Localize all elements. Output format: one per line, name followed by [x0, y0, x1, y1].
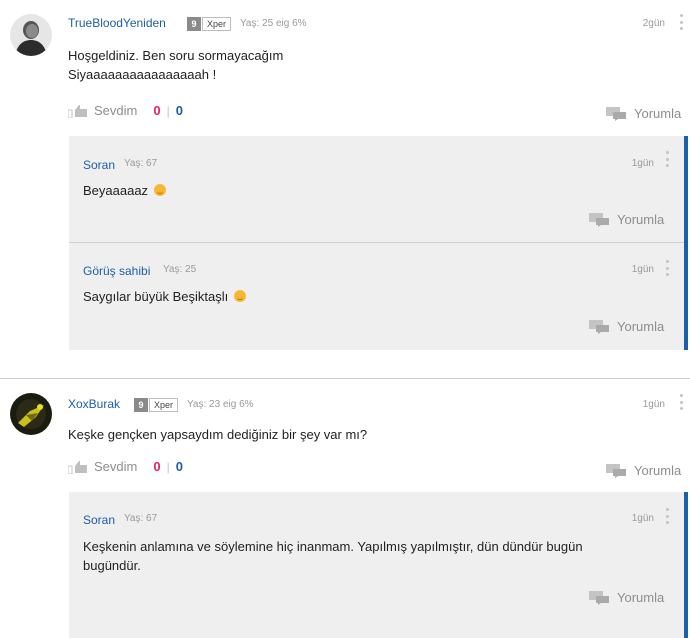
reply-meta: Yaş: 67: [124, 158, 158, 169]
xper-badge: Xper: [149, 398, 179, 412]
reply-time: 1gün: [631, 513, 654, 524]
avatar[interactable]: [10, 14, 52, 56]
comment-xoxburak: XoxBurak 9 Xper Yaş: 23 eig 6% 1gün Keşk…: [0, 379, 690, 638]
dislike-count: 0: [175, 103, 183, 118]
xper-badge: Xper: [202, 17, 232, 31]
kebab-menu-icon[interactable]: [666, 151, 670, 167]
smiley-emoji: [233, 290, 246, 302]
chat-bubbles-icon: [589, 319, 609, 334]
reply-button[interactable]: Yorumla: [606, 463, 681, 478]
kebab-menu-icon[interactable]: [666, 508, 670, 524]
like-button[interactable]: Sevdim: [94, 103, 137, 118]
kebab-menu-icon[interactable]: [666, 260, 670, 276]
chat-bubbles-icon: [589, 590, 609, 605]
level-badge: 9 Xper: [187, 16, 232, 32]
reply-text: Saygılar büyük Beşiktaşlı: [83, 287, 246, 306]
comment-username[interactable]: XoxBurak: [68, 397, 120, 411]
like-button[interactable]: Sevdim: [94, 459, 137, 474]
smiley-emoji: [153, 184, 166, 196]
reply-text: Keşkenin anlamına ve söylemine hiç inanm…: [83, 539, 583, 573]
level-number: 9: [134, 398, 148, 412]
reply-thread: Soran Yaş: 67 1gün Beyaaaaaz Yorumla Gör…: [69, 136, 688, 350]
reply-thread: Soran Yaş: 67 1gün Keşkenin anlamına ve …: [69, 492, 688, 638]
avatar[interactable]: [10, 393, 52, 435]
reply-button[interactable]: Yorumla: [589, 319, 664, 334]
user-meta: Yaş: 25 eig 6%: [240, 18, 307, 29]
kebab-menu-icon[interactable]: [680, 394, 684, 410]
comment-text: Keşke gençken yapsaydım dediğiniz bir şe…: [68, 427, 368, 442]
chat-bubbles-icon: [589, 212, 609, 227]
vote-row: Sevdim 0 | 0: [68, 103, 183, 118]
reply-username[interactable]: Soran: [83, 513, 115, 527]
kebab-menu-icon[interactable]: [680, 14, 684, 30]
chat-bubbles-icon: [606, 106, 626, 121]
reply-username[interactable]: Görüş sahibi: [83, 264, 150, 278]
level-number: 9: [187, 17, 201, 31]
reply-username[interactable]: Soran: [83, 158, 115, 172]
reply-meta: Yaş: 67: [124, 513, 158, 524]
chat-bubbles-icon: [606, 463, 626, 478]
reply-button[interactable]: Yorumla: [606, 106, 681, 121]
reply-text: Beyaaaaaz: [83, 181, 166, 200]
thread-accent-bar: [684, 492, 688, 638]
vote-separator: |: [166, 103, 170, 118]
comment-time: 1gün: [642, 399, 665, 410]
dislike-count: 0: [175, 459, 183, 474]
thumbs-up-icon[interactable]: [68, 104, 90, 118]
level-badge: 9 Xper: [134, 397, 179, 413]
comment-username[interactable]: TrueBloodYeniden: [68, 16, 166, 30]
like-count: 0: [153, 459, 161, 474]
thread-accent-bar: [684, 136, 688, 350]
comment-time: 2gün: [642, 18, 665, 29]
like-count: 0: [153, 103, 161, 118]
comment-text: Hoşgeldiniz. Ben soru sormayacağım Siyaa…: [68, 48, 284, 82]
reply-time: 1gün: [631, 158, 654, 169]
thumbs-up-icon[interactable]: [68, 460, 90, 474]
vote-row: Sevdim 0 | 0: [68, 459, 183, 474]
vote-separator: |: [166, 459, 170, 474]
user-meta: Yaş: 23 eig 6%: [187, 399, 254, 410]
reply-divider: [69, 242, 684, 243]
reply-meta: Yaş: 25: [163, 264, 197, 275]
reply-button[interactable]: Yorumla: [589, 590, 664, 605]
reply-button[interactable]: Yorumla: [589, 212, 664, 227]
comment-trueblood: TrueBloodYeniden 9 Xper Yaş: 25 eig 6% 2…: [0, 0, 690, 370]
reply-time: 1gün: [631, 264, 654, 275]
